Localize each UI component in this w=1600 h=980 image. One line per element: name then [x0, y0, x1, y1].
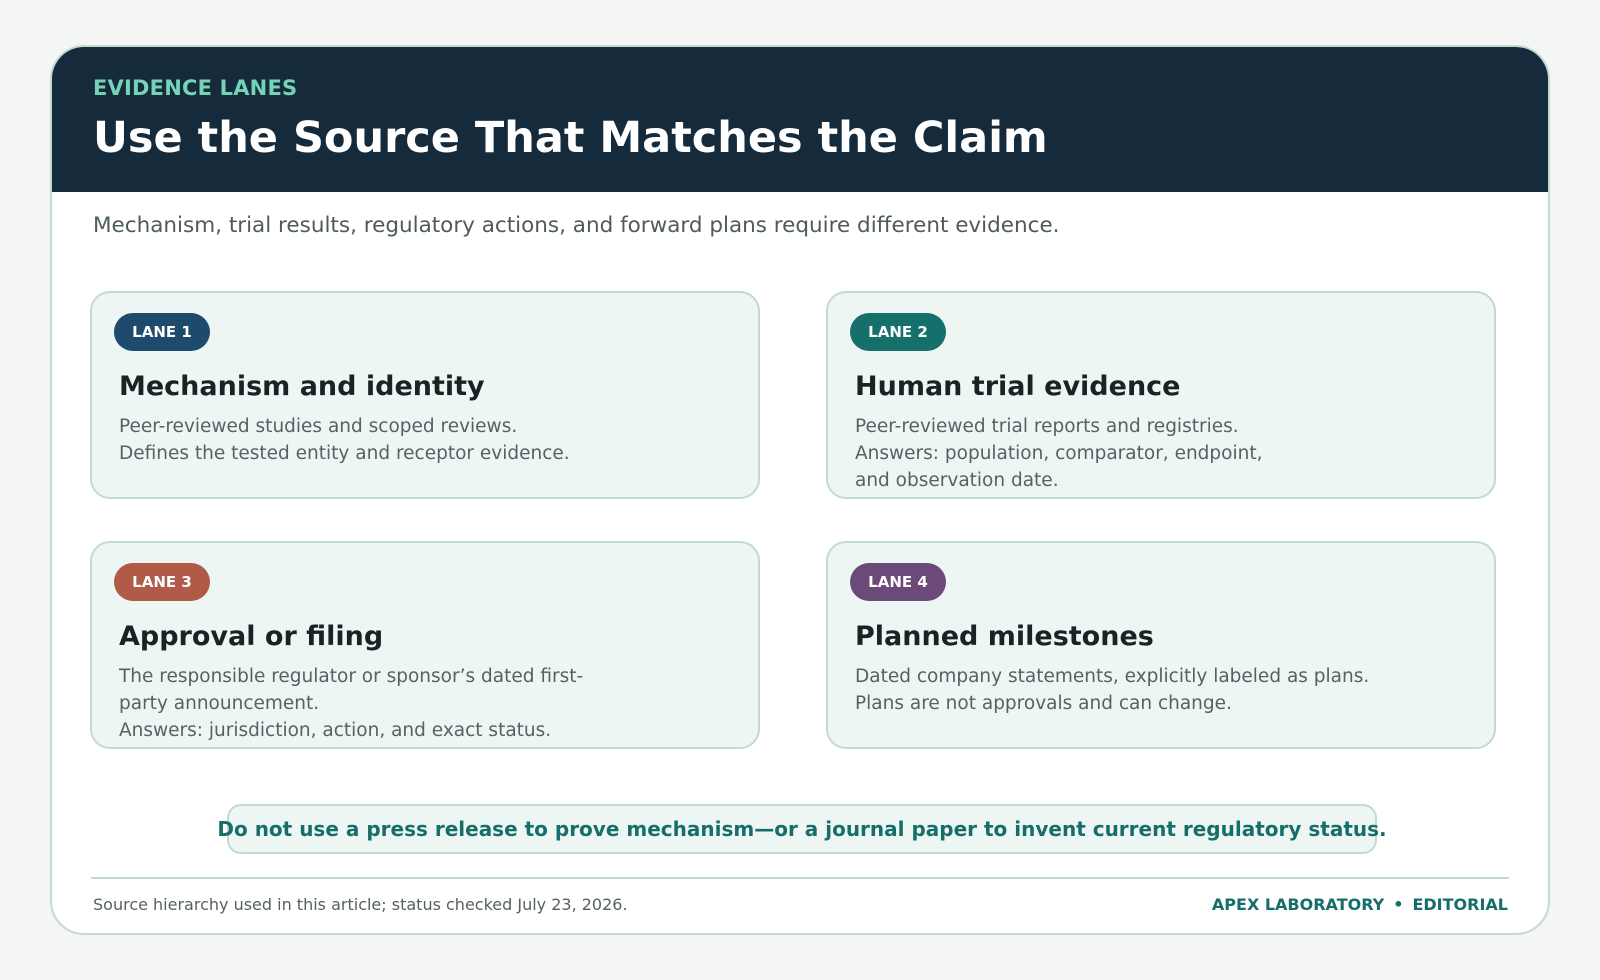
- lane-description-line: Peer-reviewed studies and scoped reviews…: [119, 416, 518, 437]
- lane-title: Approval or filing: [119, 621, 384, 652]
- lane-description-line: Plans are not approvals and can change.: [855, 693, 1232, 714]
- lane-title: Mechanism and identity: [119, 371, 485, 402]
- lane-description-line: The responsible regulator or sponsor’s d…: [119, 666, 584, 714]
- lane-title: Planned milestones: [855, 621, 1154, 652]
- callout-banner: Do not use a press release to prove mech…: [217, 804, 1387, 854]
- footer-brand: APEX LABORATORY • EDITORIAL: [1212, 895, 1508, 914]
- lane-badge: LANE 1: [114, 313, 210, 351]
- lane-badge: LANE 4: [850, 563, 946, 601]
- page-title: Use the Source That Matches the Claim: [93, 113, 1048, 163]
- lane-description: Peer-reviewed studies and scoped reviews…: [119, 413, 698, 467]
- footer-divider: [91, 877, 1509, 879]
- subtitle: Mechanism, trial results, regulatory act…: [93, 213, 1060, 238]
- lane-description-line: Dated company statements, explicitly lab…: [855, 666, 1370, 687]
- infographic-card: EVIDENCE LANES Use the Source That Match…: [50, 45, 1550, 935]
- lane-description-line: Answers: jurisdiction, action, and exact…: [119, 720, 552, 741]
- lane-card-4: LANE 4 Planned milestones Dated company …: [826, 541, 1496, 749]
- lane-title: Human trial evidence: [855, 371, 1181, 402]
- lane-description-line: Defines the tested entity and receptor e…: [119, 443, 570, 464]
- brand-name: APEX LABORATORY: [1211, 895, 1385, 914]
- header-banner: EVIDENCE LANES Use the Source That Match…: [52, 47, 1548, 192]
- lane-card-3: LANE 3 Approval or filing The responsibl…: [90, 541, 760, 749]
- lane-badge: LANE 2: [850, 313, 946, 351]
- footer-note: Source hierarchy used in this article; s…: [93, 895, 628, 914]
- lane-badge: LANE 3: [114, 563, 210, 601]
- lane-card-2: LANE 2 Human trial evidence Peer-reviewe…: [826, 291, 1496, 499]
- section-name: EDITORIAL: [1412, 895, 1508, 914]
- lane-card-1: LANE 1 Mechanism and identity Peer-revie…: [90, 291, 760, 499]
- separator-dot: •: [1393, 895, 1404, 914]
- eyebrow-label: EVIDENCE LANES: [93, 76, 298, 100]
- lane-description: The responsible regulator or sponsor’s d…: [119, 663, 698, 744]
- lane-description: Dated company statements, explicitly lab…: [855, 663, 1434, 717]
- lane-description-line: Peer-reviewed trial reports and registri…: [855, 416, 1239, 437]
- lane-description: Peer-reviewed trial reports and registri…: [855, 413, 1434, 494]
- lane-description-line: Answers: population, comparator, endpoin…: [855, 443, 1263, 491]
